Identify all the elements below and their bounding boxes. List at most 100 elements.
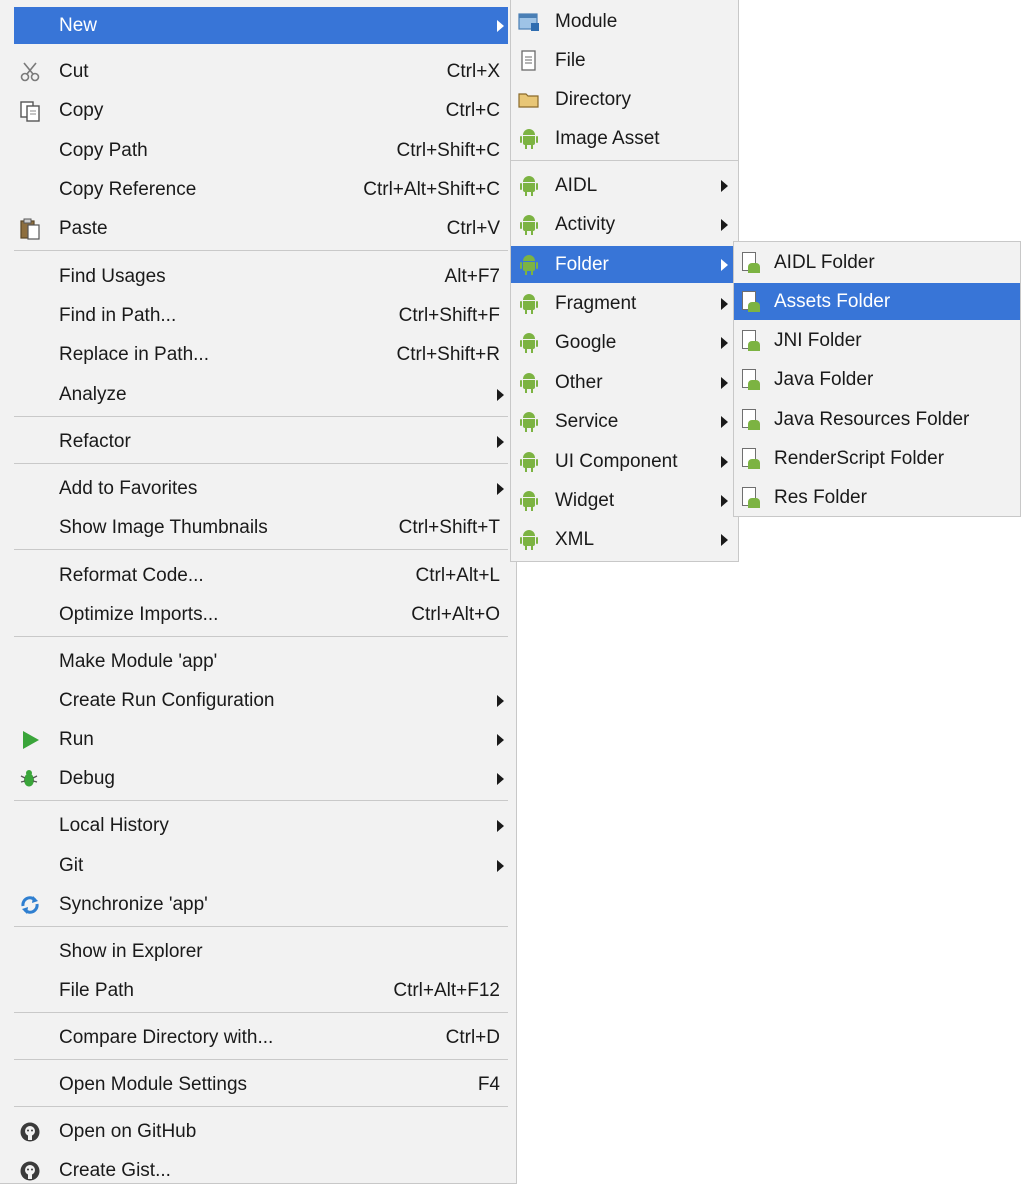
menu-item-find-usages[interactable]: Find Usages Alt+F7 bbox=[14, 258, 508, 295]
menu-item-label: Replace in Path... bbox=[59, 343, 209, 365]
menu-item-git[interactable]: Git bbox=[14, 847, 508, 884]
menu-item-label: Find Usages bbox=[59, 265, 166, 287]
menu-item-label: File Path bbox=[59, 979, 134, 1001]
submenu-arrow-icon bbox=[721, 415, 728, 428]
menu-item-label: Synchronize 'app' bbox=[59, 893, 208, 915]
menu-item-create-run-configuration[interactable]: Create Run Configuration bbox=[14, 682, 508, 719]
context-menu: New Cut Ctrl+X Copy Ctrl+C Copy Path Ctr… bbox=[0, 0, 517, 1184]
submenu-arrow-icon bbox=[497, 482, 504, 495]
file-icon bbox=[517, 49, 541, 73]
menu-item-label: Folder bbox=[555, 253, 609, 275]
new-item-image-asset[interactable]: Image Asset bbox=[511, 120, 738, 157]
menu-item-label: Java Resources Folder bbox=[774, 408, 970, 430]
menu-item-file-path[interactable]: File Path Ctrl+Alt+F12 bbox=[14, 972, 508, 1009]
menu-item-label: Create Gist... bbox=[59, 1159, 171, 1181]
menu-item-optimize-imports[interactable]: Optimize Imports... Ctrl+Alt+O bbox=[14, 596, 508, 633]
submenu-arrow-icon bbox=[721, 336, 728, 349]
android-folder-icon bbox=[738, 486, 762, 510]
menu-item-label: Other bbox=[555, 371, 603, 393]
new-item-ui-component[interactable]: UI Component bbox=[511, 443, 738, 480]
new-item-google[interactable]: Google bbox=[511, 324, 738, 361]
folder-item-java[interactable]: Java Folder bbox=[734, 361, 1020, 398]
new-item-aidl[interactable]: AIDL bbox=[511, 167, 738, 204]
folder-item-res[interactable]: Res Folder bbox=[734, 479, 1020, 516]
menu-item-label: Fragment bbox=[555, 292, 637, 314]
menu-item-create-gist[interactable]: Create Gist... bbox=[14, 1152, 508, 1189]
menu-item-label: Run bbox=[59, 728, 94, 750]
menu-item-label: Find in Path... bbox=[59, 304, 177, 326]
menu-item-label: New bbox=[59, 14, 98, 36]
android-icon bbox=[517, 174, 541, 198]
menu-item-label: Make Module 'app' bbox=[59, 650, 218, 672]
menu-item-show-image-thumbnails[interactable]: Show Image Thumbnails Ctrl+Shift+T bbox=[14, 509, 508, 546]
menu-item-label: Reformat Code... bbox=[59, 564, 204, 586]
menu-separator bbox=[14, 1059, 508, 1060]
folder-item-renderscript[interactable]: RenderScript Folder bbox=[734, 440, 1020, 477]
new-item-activity[interactable]: Activity bbox=[511, 206, 738, 243]
menu-item-shortcut: Ctrl+C bbox=[445, 99, 500, 121]
android-folder-icon bbox=[738, 447, 762, 471]
menu-item-show-in-explorer[interactable]: Show in Explorer bbox=[14, 933, 508, 970]
menu-item-copy-reference[interactable]: Copy Reference Ctrl+Alt+Shift+C bbox=[14, 171, 508, 208]
menu-item-replace-in-path[interactable]: Replace in Path... Ctrl+Shift+R bbox=[14, 336, 508, 373]
menu-separator bbox=[14, 549, 508, 550]
menu-item-label: Google bbox=[555, 331, 617, 353]
android-icon bbox=[517, 450, 541, 474]
android-icon bbox=[517, 127, 541, 151]
folder-item-jni[interactable]: JNI Folder bbox=[734, 322, 1020, 359]
menu-item-copy-path[interactable]: Copy Path Ctrl+Shift+C bbox=[14, 132, 508, 169]
menu-item-shortcut: Ctrl+Shift+T bbox=[398, 516, 500, 538]
menu-item-shortcut: Ctrl+Alt+L bbox=[415, 564, 500, 586]
new-item-service[interactable]: Service bbox=[511, 403, 738, 440]
run-icon bbox=[18, 728, 42, 752]
new-item-other[interactable]: Other bbox=[511, 364, 738, 401]
android-icon bbox=[517, 253, 541, 277]
menu-item-reformat-code[interactable]: Reformat Code... Ctrl+Alt+L bbox=[14, 557, 508, 594]
menu-item-paste[interactable]: Paste Ctrl+V bbox=[14, 210, 508, 247]
menu-item-copy[interactable]: Copy Ctrl+C bbox=[14, 92, 508, 129]
menu-item-open-module-settings[interactable]: Open Module Settings F4 bbox=[14, 1066, 508, 1103]
menu-item-compare-directory[interactable]: Compare Directory with... Ctrl+D bbox=[14, 1019, 508, 1056]
menu-item-label: File bbox=[555, 49, 586, 71]
menu-item-shortcut: Ctrl+Shift+C bbox=[396, 139, 500, 161]
menu-item-shortcut: Ctrl+Shift+R bbox=[396, 343, 500, 365]
menu-item-find-in-path[interactable]: Find in Path... Ctrl+Shift+F bbox=[14, 297, 508, 334]
android-icon bbox=[517, 292, 541, 316]
menu-item-cut[interactable]: Cut Ctrl+X bbox=[14, 53, 508, 90]
android-icon bbox=[517, 489, 541, 513]
folder-item-assets[interactable]: Assets Folder bbox=[734, 283, 1020, 320]
new-item-directory[interactable]: Directory bbox=[511, 81, 738, 118]
menu-item-run[interactable]: Run bbox=[14, 721, 508, 758]
new-item-widget[interactable]: Widget bbox=[511, 482, 738, 519]
menu-item-open-on-github[interactable]: Open on GitHub bbox=[14, 1113, 508, 1150]
menu-item-label: JNI Folder bbox=[774, 329, 862, 351]
new-item-xml[interactable]: XML bbox=[511, 521, 738, 558]
menu-item-label: Local History bbox=[59, 814, 169, 836]
menu-item-label: Optimize Imports... bbox=[59, 603, 219, 625]
menu-item-make-module[interactable]: Make Module 'app' bbox=[14, 643, 508, 680]
menu-item-shortcut: F4 bbox=[477, 1073, 500, 1095]
new-item-file[interactable]: File bbox=[511, 42, 738, 79]
menu-item-label: Res Folder bbox=[774, 486, 867, 508]
folder-item-java-resources[interactable]: Java Resources Folder bbox=[734, 401, 1020, 438]
github-icon bbox=[18, 1120, 42, 1144]
new-item-fragment[interactable]: Fragment bbox=[511, 285, 738, 322]
menu-item-new[interactable]: New bbox=[14, 7, 508, 44]
menu-item-label: Cut bbox=[59, 60, 89, 82]
new-item-module[interactable]: Module bbox=[511, 3, 738, 40]
menu-item-label: Create Run Configuration bbox=[59, 689, 275, 711]
menu-item-synchronize[interactable]: Synchronize 'app' bbox=[14, 886, 508, 923]
menu-separator bbox=[14, 926, 508, 927]
menu-separator bbox=[14, 250, 508, 251]
submenu-arrow-icon bbox=[721, 218, 728, 231]
new-item-folder[interactable]: Folder bbox=[511, 246, 738, 283]
menu-item-label: Java Folder bbox=[774, 368, 874, 390]
folder-item-aidl[interactable]: AIDL Folder bbox=[734, 244, 1020, 281]
menu-item-debug[interactable]: Debug bbox=[14, 760, 508, 797]
menu-separator bbox=[511, 160, 738, 161]
menu-item-analyze[interactable]: Analyze bbox=[14, 376, 508, 413]
menu-item-refactor[interactable]: Refactor bbox=[14, 423, 508, 460]
menu-item-add-to-favorites[interactable]: Add to Favorites bbox=[14, 470, 508, 507]
submenu-arrow-icon bbox=[721, 258, 728, 271]
menu-item-local-history[interactable]: Local History bbox=[14, 807, 508, 844]
